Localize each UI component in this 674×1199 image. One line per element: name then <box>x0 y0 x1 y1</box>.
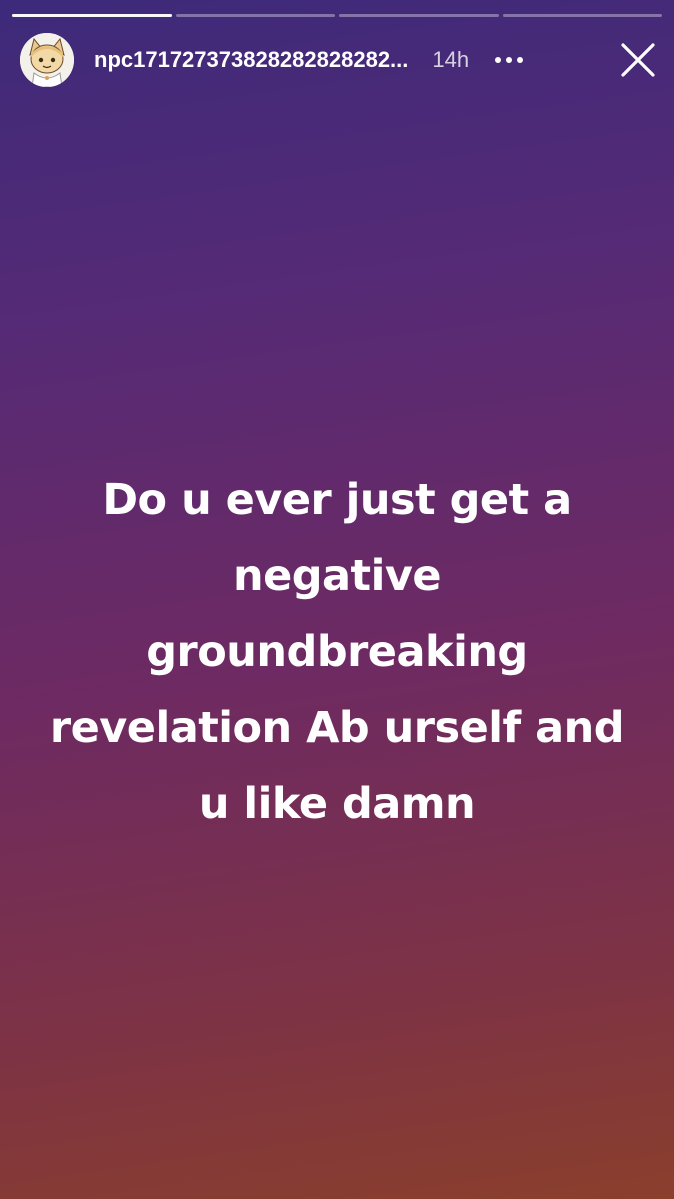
anime-cat-avatar-icon <box>20 33 74 87</box>
post-time: 14h <box>432 47 470 72</box>
story-viewer: npc171727373828282828282... 14h Do u eve… <box>0 0 674 1199</box>
caption-line: u like damn <box>198 779 476 829</box>
caption-line: Do u ever just get a <box>102 475 572 525</box>
close-icon <box>621 43 655 77</box>
caption-line: negative <box>232 551 442 601</box>
story-header: npc171727373828282828282... 14h <box>20 32 660 88</box>
progress-segment <box>502 14 662 17</box>
dot <box>506 57 513 63</box>
progress-segment <box>339 14 499 17</box>
progress-segment <box>12 14 172 17</box>
more-dots-icon[interactable] <box>493 51 525 69</box>
story-text-caption: Do u ever just get a negative groundbrea… <box>0 462 674 842</box>
dot <box>495 57 502 63</box>
avatar[interactable] <box>20 33 74 87</box>
caption-line: revelation Ab urself and <box>49 703 625 753</box>
close-x-icon[interactable] <box>616 38 660 82</box>
story-progress-bar <box>12 14 662 17</box>
progress-segment <box>175 14 335 17</box>
progress-fill <box>12 14 172 17</box>
username[interactable]: npc171727373828282828282... <box>94 47 408 73</box>
caption-line: groundbreaking <box>146 627 528 677</box>
dot <box>517 57 524 63</box>
